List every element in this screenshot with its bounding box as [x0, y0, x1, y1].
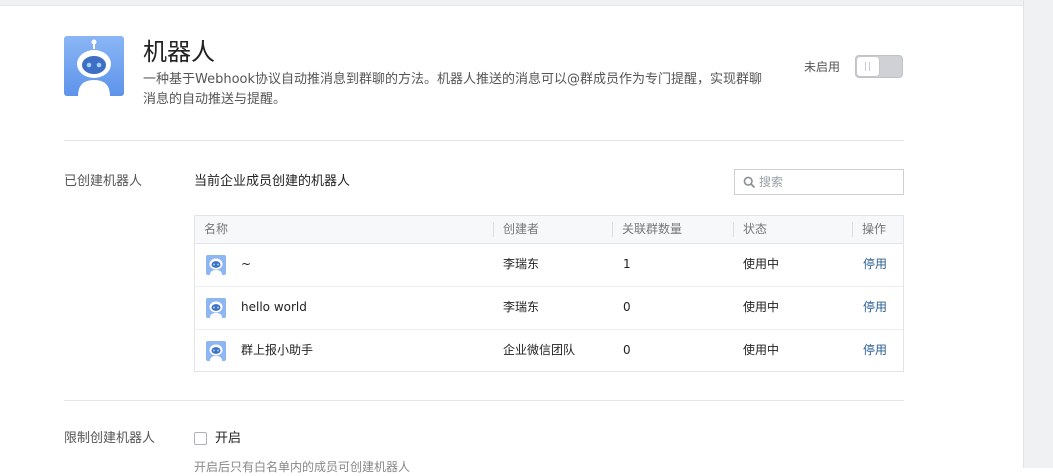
robot-status: 使用中: [743, 257, 780, 271]
column-separator: [612, 222, 613, 237]
robot-status: 使用中: [743, 343, 780, 357]
column-separator: [852, 222, 853, 237]
right-scroll-panel: [1023, 0, 1053, 468]
divider: [64, 400, 904, 401]
column-separator: [733, 222, 734, 237]
robot-status: 使用中: [743, 300, 780, 314]
page-title: 机器人: [143, 38, 215, 66]
column-header-action: 操作: [862, 222, 887, 236]
robot-group-count: 0: [623, 343, 631, 357]
disable-robot-link[interactable]: 停用: [863, 286, 887, 329]
disable-robot-link[interactable]: 停用: [863, 329, 887, 372]
robot-creator: 李瑞东: [503, 300, 540, 314]
created-robots-subtitle: 当前企业成员创建的机器人: [194, 174, 351, 189]
robot-avatar-icon: [206, 341, 226, 361]
table-row: hello world 李瑞东 0 使用中 停用: [195, 286, 903, 330]
search-box[interactable]: [734, 169, 904, 195]
robot-icon: [64, 36, 124, 96]
enable-toggle[interactable]: [855, 55, 903, 78]
app-description: 一种基于Webhook协议自动推消息到群聊的方法。机器人推送的消息可以@群成员作…: [143, 72, 763, 107]
robot-avatar-icon: [206, 255, 226, 275]
top-bar: [0, 0, 1023, 6]
robot-avatar-icon: [206, 298, 226, 318]
robot-name[interactable]: hello world: [241, 286, 307, 329]
restrict-creation-label: 限制创建机器人: [64, 431, 156, 446]
restrict-creation-hint: 开启后只有白名单内的成员可创建机器人: [194, 460, 411, 474]
restrict-creation-checkbox[interactable]: [194, 432, 207, 445]
toggle-knob: [857, 57, 879, 76]
created-robots-label: 已创建机器人: [64, 174, 143, 189]
robot-creator: 李瑞东: [503, 257, 540, 271]
search-icon: [743, 176, 756, 189]
table-row: ~ 李瑞东 1 使用中 停用: [195, 243, 903, 287]
robot-group-count: 1: [623, 257, 631, 271]
enable-status-label: 未启用: [804, 60, 841, 74]
column-header-name: 名称: [204, 222, 229, 236]
column-separator: [493, 222, 494, 237]
robot-name[interactable]: 群上报小助手: [241, 329, 313, 372]
table-row: 群上报小助手 企业微信团队 0 使用中 停用: [195, 329, 903, 372]
search-input[interactable]: [759, 170, 899, 194]
robots-table: 名称 创建者 关联群数量 状态 操作 ~ 李瑞东 1 使用中 停用 hello …: [194, 215, 904, 372]
robot-creator: 企业微信团队: [503, 343, 576, 357]
robot-name[interactable]: ~: [241, 243, 251, 286]
disable-robot-link[interactable]: 停用: [863, 243, 887, 286]
column-header-group-count: 关联群数量: [622, 222, 683, 236]
robot-group-count: 0: [623, 300, 631, 314]
column-header-status: 状态: [743, 222, 768, 236]
restrict-creation-checkbox-label[interactable]: 开启: [215, 430, 241, 448]
table-header: 名称 创建者 关联群数量 状态 操作: [195, 216, 903, 244]
column-header-creator: 创建者: [503, 222, 540, 236]
divider: [64, 140, 904, 141]
